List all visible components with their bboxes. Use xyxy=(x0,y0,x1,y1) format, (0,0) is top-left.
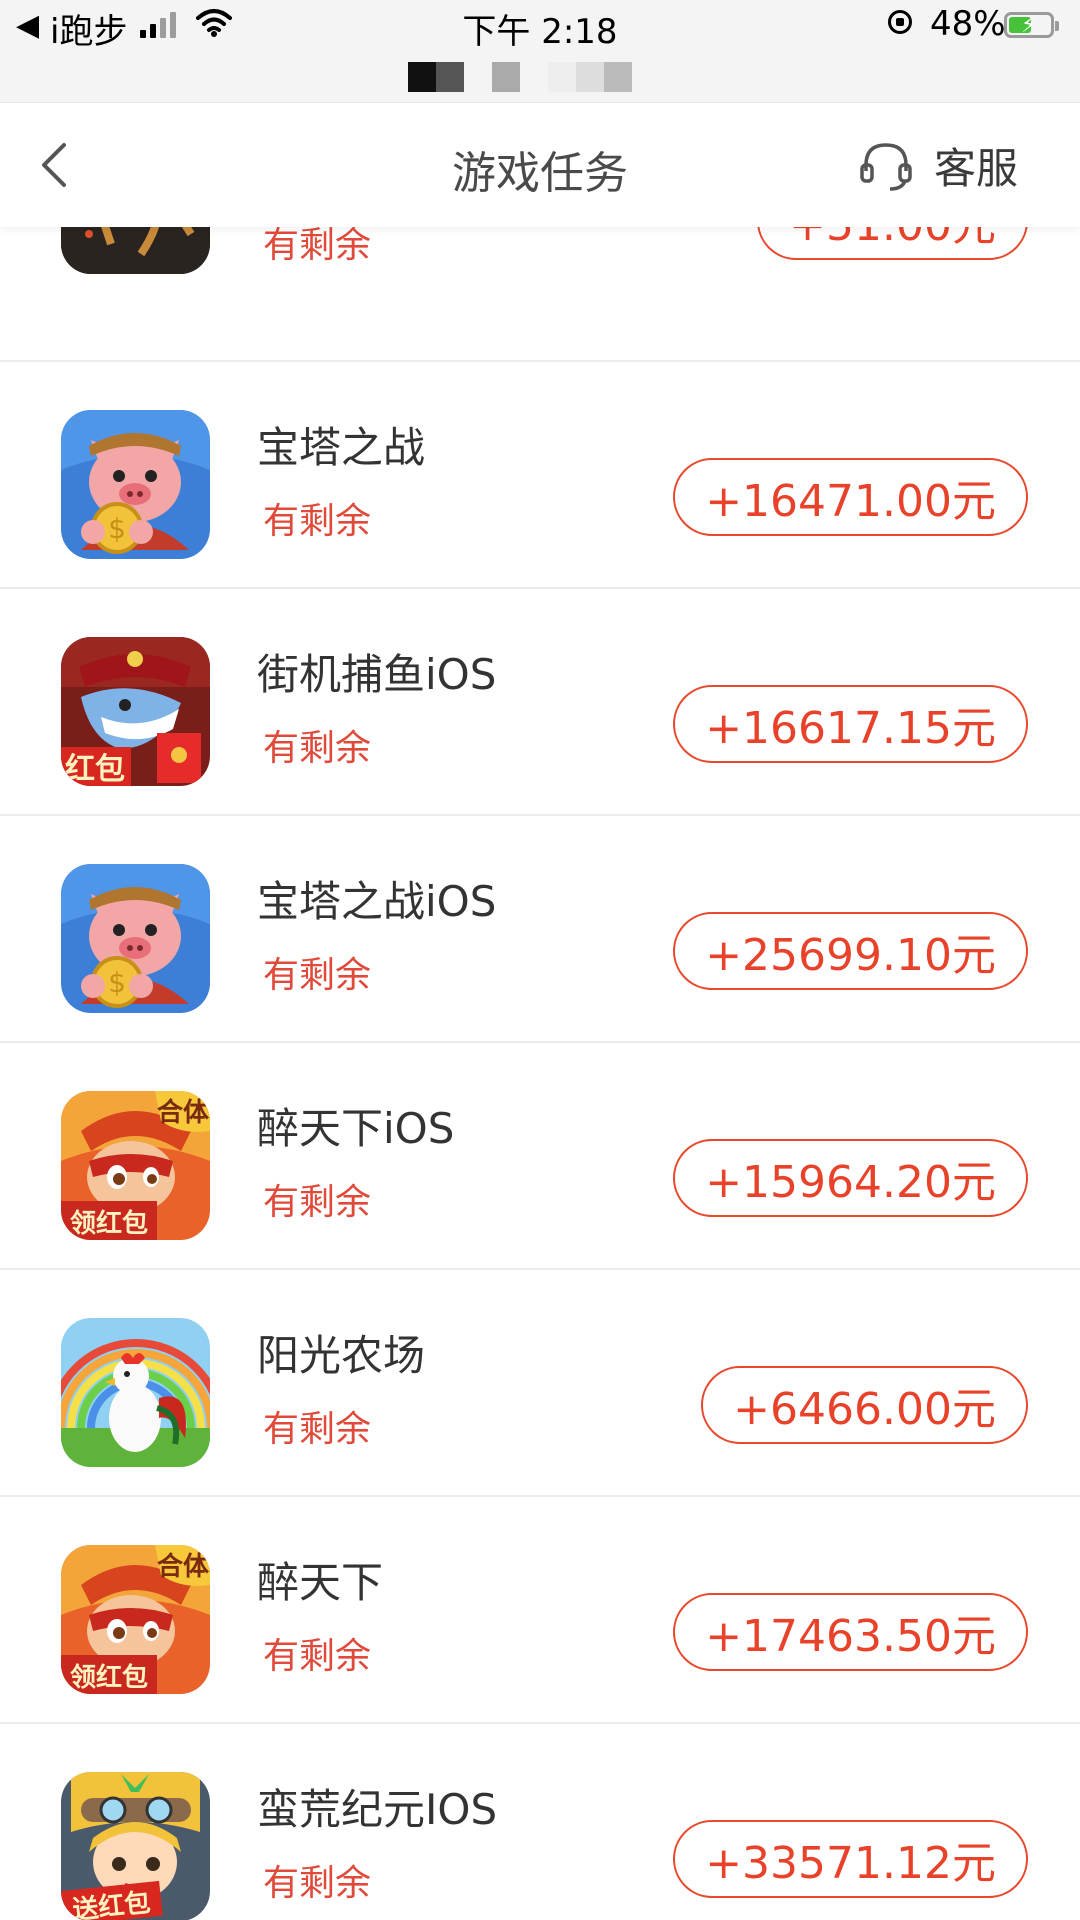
task-status: 有剩余 xyxy=(263,955,372,996)
task-status: 有剩余 xyxy=(263,728,372,769)
icon-badge-text: 合体 xyxy=(157,1551,210,1582)
task-row[interactable]: 阳光农场 有剩余 +6466.00元 xyxy=(0,1270,1080,1497)
status-time: 下午 2:18 xyxy=(462,12,618,52)
pilot-girl-icon: 送红包 xyxy=(61,1772,210,1920)
task-status: 有剩余 xyxy=(263,1409,372,1450)
icon-overlay-text: 领红包 xyxy=(70,1662,148,1693)
game-name: 宝塔之战 xyxy=(257,423,426,472)
censor-mosaic xyxy=(408,62,632,92)
task-row[interactable]: $ 宝塔之战 有剩余 +16471.00元 xyxy=(0,362,1080,589)
task-list: 有剩余 +51.00元 xyxy=(0,134,1080,1920)
task-row[interactable]: 送红包 蛮荒纪元IOS 有剩余 +33571.12元 xyxy=(0,1724,1080,1920)
game-icon-pagoda-war-ios: $ xyxy=(61,864,210,1013)
game-icon-pagoda-war: $ xyxy=(61,410,210,559)
game-icon-drunk-world: 合体 领红包 xyxy=(61,1545,210,1694)
reward-button[interactable]: +6466.00元 xyxy=(701,1366,1028,1444)
nav-bar: 游戏任务 客服 xyxy=(0,102,1080,227)
reward-button[interactable]: +16471.00元 xyxy=(673,458,1028,536)
task-status: 有剩余 xyxy=(263,1636,372,1677)
pig-icon: $ xyxy=(61,410,210,559)
task-row[interactable]: 红包 街机捕鱼iOS 有剩余 +16617.15元 xyxy=(0,589,1080,816)
headset-icon xyxy=(860,143,912,191)
battery-percentage: 48% xyxy=(930,4,1006,44)
customer-service-label: 客服 xyxy=(934,143,1019,193)
task-row[interactable]: 合体 领红包 醉天下 有剩余 +17463.50元 xyxy=(0,1497,1080,1724)
reward-button[interactable]: +33571.12元 xyxy=(673,1820,1028,1898)
game-icon-drunk-world-ios: 合体 领红包 xyxy=(61,1091,210,1240)
game-name: 街机捕鱼iOS xyxy=(257,650,497,699)
task-status: 有剩余 xyxy=(263,1863,372,1904)
game-name: 宝塔之战iOS xyxy=(257,877,497,926)
customer-service-button[interactable]: 客服 xyxy=(858,133,1018,197)
battery-icon: ⚡ xyxy=(1004,12,1059,38)
icon-overlay-text: 红包 xyxy=(65,752,125,786)
task-row[interactable]: $ 宝塔之战iOS 有剩余 +25699.10元 xyxy=(0,816,1080,1043)
hero-pig-icon: 合体 领红包 xyxy=(61,1091,210,1240)
task-status: 有剩余 xyxy=(263,501,372,542)
game-name: 蛮荒纪元IOS xyxy=(257,1785,498,1834)
game-name: 阳光农场 xyxy=(257,1331,426,1380)
shark-icon: 红包 xyxy=(61,637,210,786)
icon-badge-text: 合体 xyxy=(157,1097,210,1128)
task-row[interactable]: 合体 领红包 醉天下iOS 有剩余 +15964.20元 xyxy=(0,1043,1080,1270)
reward-button[interactable]: +25699.10元 xyxy=(673,912,1028,990)
rooster-icon xyxy=(61,1318,210,1467)
rotation-lock-icon xyxy=(888,10,912,34)
game-name: 醉天下iOS xyxy=(257,1104,455,1153)
reward-button[interactable]: +15964.20元 xyxy=(673,1139,1028,1217)
reward-button[interactable]: +16617.15元 xyxy=(673,685,1028,763)
game-icon-sunshine-farm xyxy=(61,1318,210,1467)
reward-button[interactable]: +17463.50元 xyxy=(673,1593,1028,1671)
svg-text:$: $ xyxy=(108,966,126,999)
game-icon-barbarian-era: 送红包 xyxy=(61,1772,210,1920)
status-bar: ◀ i跑步 下午 2:18 48% ⚡ xyxy=(0,0,1080,102)
task-status: 有剩余 xyxy=(263,1182,372,1223)
icon-overlay-text: 领红包 xyxy=(70,1208,148,1239)
app-root: ◀ i跑步 下午 2:18 48% ⚡ 游戏任务 客服 有剩余 $ 宝塔之战 有… xyxy=(0,0,1080,1920)
hero-pig-icon: 合体 领红包 xyxy=(61,1545,210,1694)
game-icon-arcade-fishing: 红包 xyxy=(61,637,210,786)
game-name: 醉天下 xyxy=(257,1558,384,1607)
pig-icon: $ xyxy=(61,864,210,1013)
svg-text:$: $ xyxy=(108,512,126,545)
